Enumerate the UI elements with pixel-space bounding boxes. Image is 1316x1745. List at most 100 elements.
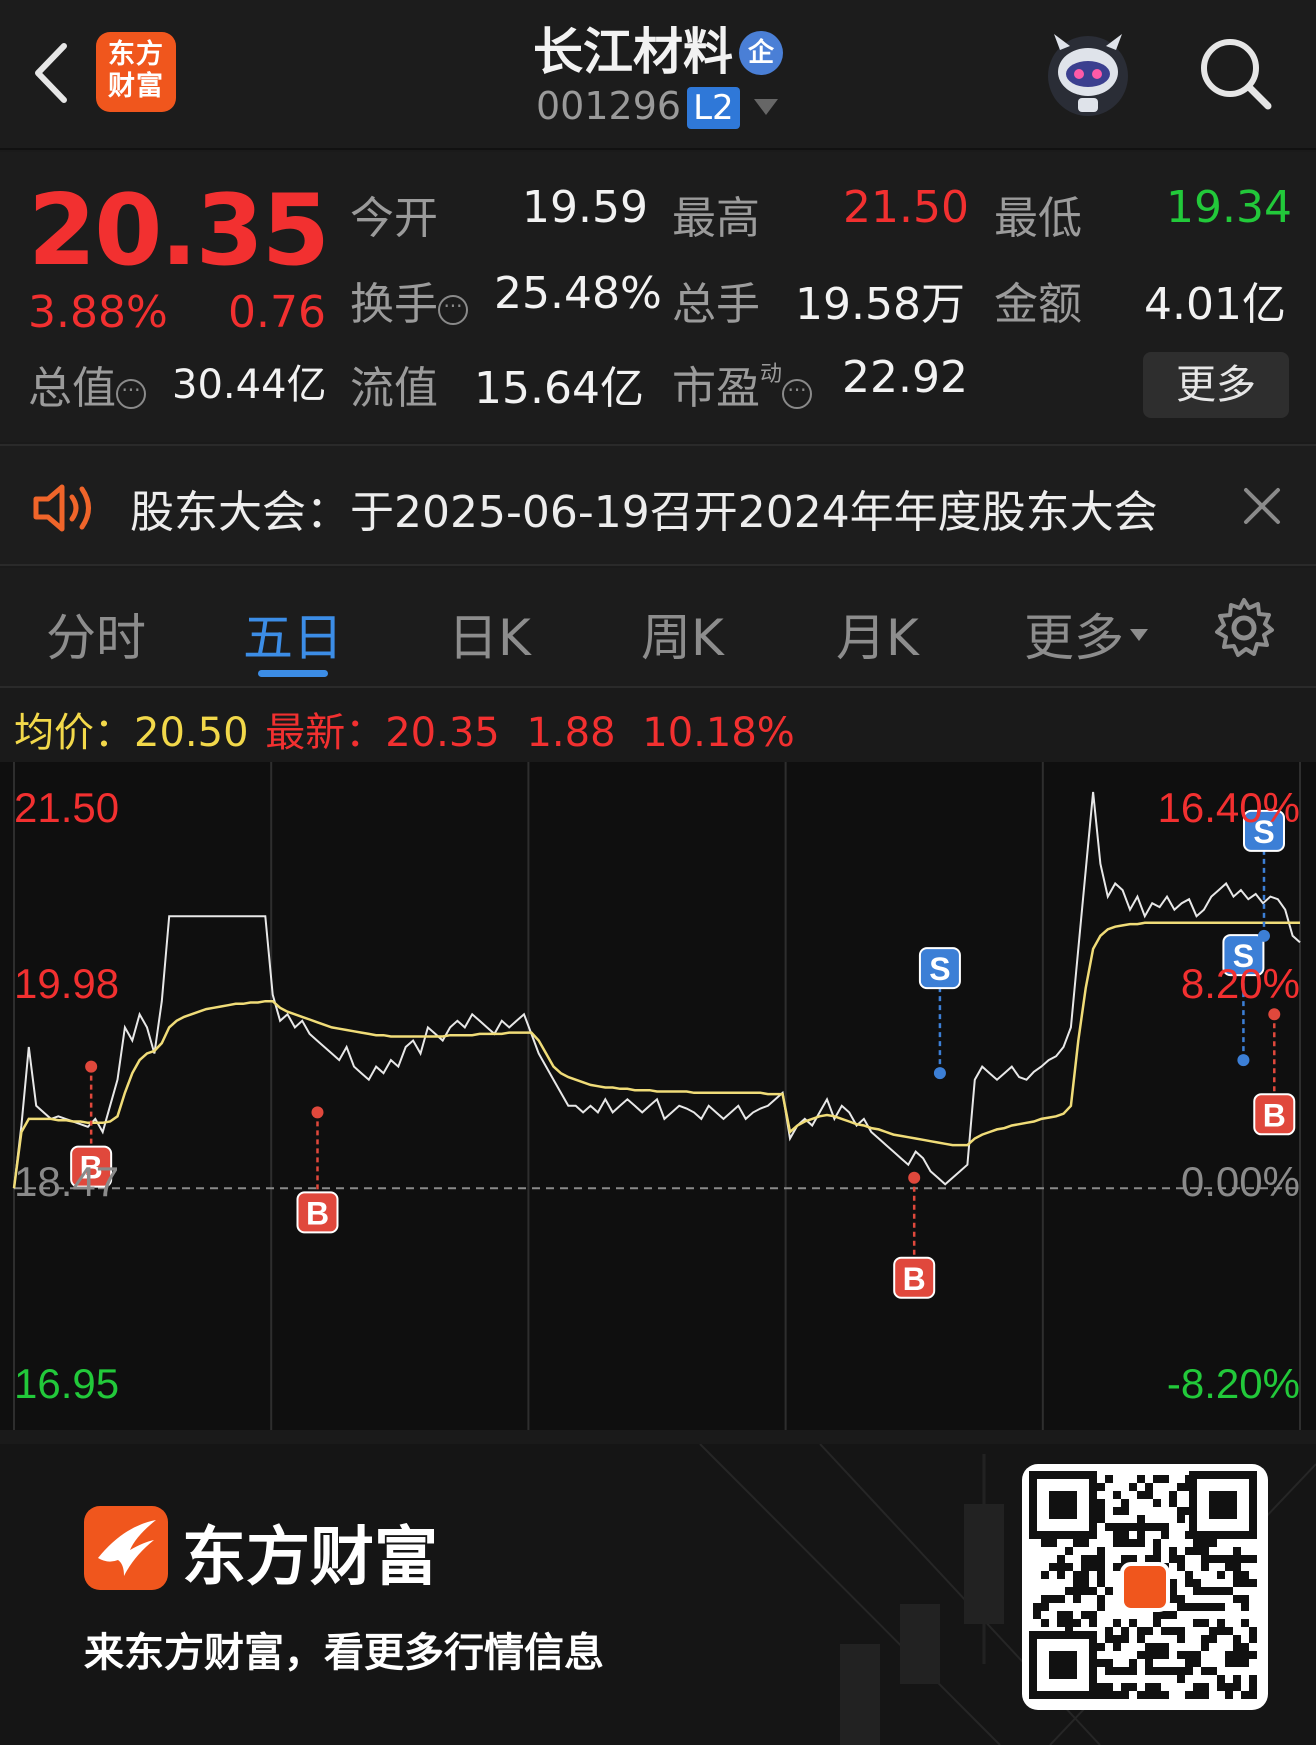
caret-down-icon xyxy=(1130,629,1148,641)
qr-module xyxy=(1121,1507,1129,1515)
qr-module xyxy=(1129,1483,1137,1491)
qr-module xyxy=(1161,1667,1169,1675)
qr-module xyxy=(1209,1635,1217,1643)
qr-module xyxy=(1153,1555,1161,1563)
qr-module xyxy=(1113,1691,1121,1699)
qr-module xyxy=(1233,1651,1241,1659)
robot-avatar-icon[interactable] xyxy=(1040,26,1136,122)
qr-module xyxy=(1233,1579,1241,1587)
qr-module xyxy=(1113,1635,1121,1643)
announcement-bar[interactable]: 股东大会：于2025-06-19召开2024年年度股东大会 xyxy=(0,444,1316,566)
info-dots-icon[interactable]: ··· xyxy=(438,295,468,325)
qr-module xyxy=(1225,1683,1233,1691)
qr-module xyxy=(1249,1675,1257,1683)
buy-marker-label: B xyxy=(306,1195,329,1231)
turnover-label[interactable]: 换手 ··· xyxy=(350,268,468,332)
qr-module xyxy=(1185,1667,1193,1675)
qr-module xyxy=(1153,1475,1161,1483)
chart-tabs: 分时 五日 日K 周K 月K 更多 xyxy=(0,568,1316,688)
pe-label[interactable]: 市盈动··· xyxy=(672,352,813,416)
qr-module xyxy=(1097,1683,1105,1691)
qr-module xyxy=(1225,1691,1233,1699)
qr-module xyxy=(1241,1571,1249,1579)
buy-point xyxy=(85,1060,98,1073)
qr-module xyxy=(1169,1499,1177,1507)
tab-intraday[interactable]: 分时 xyxy=(46,598,146,670)
qr-module xyxy=(1073,1579,1081,1587)
qr-module xyxy=(1097,1571,1105,1579)
sell-point xyxy=(1257,929,1270,942)
qr-module xyxy=(1129,1523,1137,1531)
buy-marker-label: B xyxy=(1263,1097,1286,1133)
search-icon[interactable] xyxy=(1196,34,1276,114)
qr-module xyxy=(1113,1643,1121,1651)
y-axis-label-right: -8.20% xyxy=(1167,1360,1300,1407)
tab-weekly-k[interactable]: 周K xyxy=(641,598,724,670)
latest-value: 20.35 xyxy=(385,710,500,756)
latest-label: 最新： xyxy=(265,710,386,756)
qr-module xyxy=(1081,1563,1089,1571)
qr-module xyxy=(1041,1539,1049,1547)
qr-module xyxy=(1217,1571,1225,1579)
qr-module xyxy=(1193,1651,1201,1659)
chart-grid xyxy=(13,762,1301,1430)
mktcap-label[interactable]: 总值 ··· xyxy=(28,352,146,416)
qr-module xyxy=(1201,1667,1209,1675)
qr-module xyxy=(1097,1603,1105,1611)
qr-module xyxy=(1105,1683,1113,1691)
qr-module xyxy=(1073,1587,1081,1595)
info-dots-icon[interactable]: ··· xyxy=(782,379,813,409)
qr-module xyxy=(1201,1603,1209,1611)
five-day-chart[interactable]: BBBBSSS 21.50 19.98 18.47 16.95 16.40% 8.20% 0… xyxy=(0,762,1316,1430)
qr-module xyxy=(1121,1539,1129,1547)
tab-five-day[interactable]: 五日 xyxy=(243,598,343,670)
qr-module xyxy=(1097,1691,1105,1699)
tab-more[interactable]: 更多 xyxy=(1024,598,1148,670)
qr-module xyxy=(1161,1691,1169,1699)
qr-module xyxy=(1145,1555,1153,1563)
qr-code-icon[interactable] xyxy=(1022,1464,1268,1710)
qr-module xyxy=(1105,1635,1113,1643)
qr-module xyxy=(1081,1587,1089,1595)
tab-monthly-k[interactable]: 月K xyxy=(836,598,919,670)
qr-module xyxy=(1177,1507,1185,1515)
stock-code-row[interactable]: 001296 L2 xyxy=(536,84,778,129)
qr-module xyxy=(1241,1651,1249,1659)
change-amount: 0.76 xyxy=(228,287,326,338)
qr-module xyxy=(1081,1539,1089,1547)
qr-module xyxy=(1113,1491,1121,1499)
qr-module xyxy=(1185,1659,1193,1667)
y-axis-label-left: 21.50 xyxy=(14,784,119,831)
speaker-icon xyxy=(33,484,91,532)
qr-finder-core xyxy=(1209,1491,1237,1519)
qr-module xyxy=(1161,1475,1169,1483)
qr-module xyxy=(1121,1691,1129,1699)
qr-module xyxy=(1137,1531,1145,1539)
enterprise-badge: 企 xyxy=(739,31,783,75)
more-quote-button[interactable]: 更多 xyxy=(1143,352,1289,418)
buy-marker-label: B xyxy=(903,1261,926,1297)
info-dots-icon[interactable]: ··· xyxy=(116,379,146,409)
qr-module xyxy=(1097,1515,1105,1523)
close-icon[interactable] xyxy=(1240,484,1284,528)
qr-module xyxy=(1065,1547,1073,1555)
tab-daily-k[interactable]: 日K xyxy=(448,598,531,670)
qr-module xyxy=(1049,1539,1057,1547)
qr-module xyxy=(1161,1643,1169,1651)
y-axis-label-right: 8.20% xyxy=(1181,960,1300,1007)
qr-module xyxy=(1217,1683,1225,1691)
chart-summary: 均价：20.50 最新：20.35 1.88 10.18% xyxy=(14,700,795,758)
qr-module xyxy=(1137,1651,1145,1659)
qr-module xyxy=(1169,1611,1177,1619)
qr-module xyxy=(1233,1571,1241,1579)
gear-icon[interactable] xyxy=(1212,596,1276,660)
qr-module xyxy=(1105,1691,1113,1699)
stock-code: 001296 xyxy=(536,84,682,128)
qr-module xyxy=(1177,1563,1185,1571)
qr-module xyxy=(1137,1475,1145,1483)
qr-module xyxy=(1169,1579,1177,1587)
volume-label: 总手 xyxy=(672,279,760,330)
buy-point xyxy=(1268,1008,1281,1021)
qr-module xyxy=(1153,1683,1161,1691)
qr-module xyxy=(1097,1555,1105,1563)
